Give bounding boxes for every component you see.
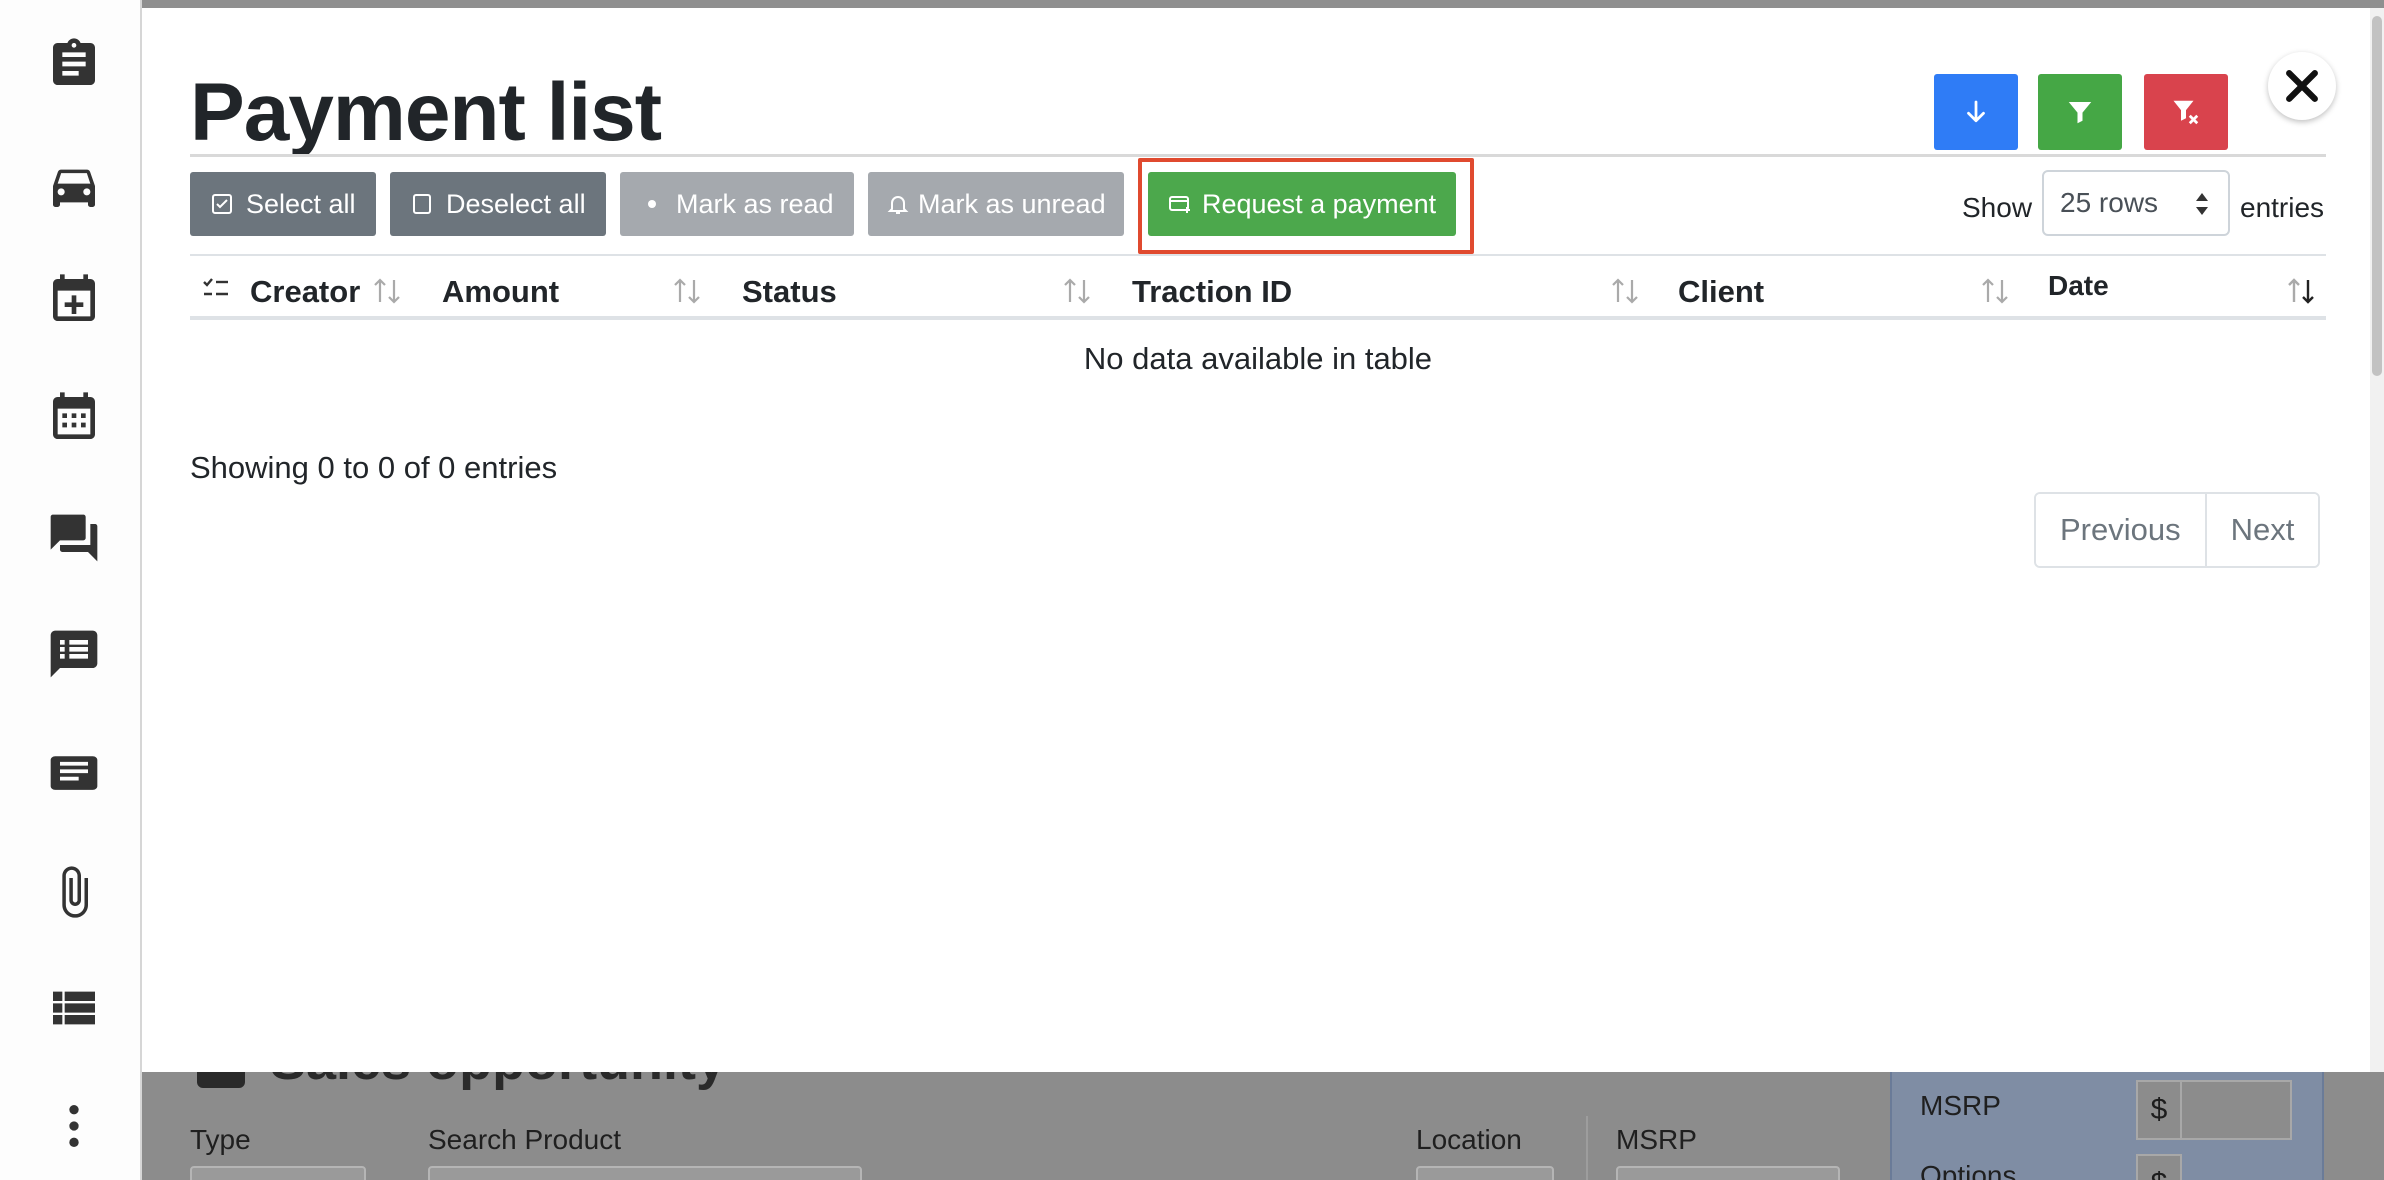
msrp-panel-label: MSRP: [1920, 1090, 2001, 1121]
dot-icon: [648, 200, 656, 208]
checkbox-checked-icon: [212, 194, 232, 214]
notes-icon: [50, 756, 98, 790]
msrp-panel-field[interactable]: [2182, 1080, 2292, 1140]
sidebar-item-more[interactable]: [36, 1088, 112, 1164]
sort-icon[interactable]: [1978, 274, 2012, 308]
calendar-icon: [53, 392, 95, 439]
column-header-amount[interactable]: Amount: [442, 274, 559, 310]
close-button[interactable]: [2268, 52, 2336, 120]
scrollbar-thumb[interactable]: [2372, 16, 2382, 376]
sidebar-item-notes[interactable]: [36, 736, 112, 812]
chat-list-icon: [50, 630, 98, 678]
sidebar-item-calendar[interactable]: [36, 380, 112, 456]
mark-as-unread-button[interactable]: Mark as unread: [868, 172, 1124, 236]
payment-list-modal: Payment list Select all Deselect all Mar…: [142, 8, 2370, 1072]
list-view-icon: [53, 991, 95, 1025]
rows-per-page-select[interactable]: 25 rows: [2042, 170, 2230, 236]
mark-as-read-label: Mark as read: [676, 188, 834, 219]
table-info: Showing 0 to 0 of 0 entries: [190, 450, 558, 485]
column-header-traction-id[interactable]: Traction ID: [1132, 274, 1292, 310]
download-icon: [1967, 100, 1985, 123]
paperclip-icon: [62, 866, 88, 918]
close-icon: [2286, 70, 2318, 102]
sidebar-item-add-event[interactable]: [36, 262, 112, 338]
location-label: Location: [1416, 1124, 1522, 1155]
title-divider: [190, 154, 2326, 157]
sidebar-item-attachments[interactable]: [36, 854, 112, 930]
rows-per-page-value: 25 rows: [2060, 187, 2159, 218]
clear-filter-icon: [2173, 100, 2199, 125]
bell-icon: [887, 196, 909, 214]
search-product-label: Search Product: [428, 1124, 621, 1155]
checklist-icon[interactable]: [202, 276, 230, 302]
filter-icon: [2068, 102, 2092, 124]
location-field[interactable]: [1416, 1166, 1554, 1180]
sidebar-item-conversations[interactable]: [36, 500, 112, 576]
column-header-client[interactable]: Client: [1678, 274, 1764, 310]
sort-desc-icon[interactable]: [2284, 274, 2318, 308]
deselect-all-label: Deselect all: [446, 188, 586, 219]
previous-page-button[interactable]: Previous: [2036, 494, 2205, 566]
column-header-status[interactable]: Status: [742, 274, 837, 310]
checkbox-empty-icon: [413, 194, 431, 214]
sort-icon[interactable]: [670, 274, 704, 308]
options-panel-label: Options: [1920, 1160, 2017, 1180]
sidebar-item-clipboard[interactable]: [36, 26, 112, 102]
more-vertical-icon: [69, 1105, 79, 1147]
column-header-date[interactable]: Date: [2048, 270, 2109, 302]
highlight-box: [1138, 158, 1474, 254]
sort-icon[interactable]: [1060, 274, 1094, 308]
select-all-label: Select all: [246, 188, 356, 219]
car-icon: [53, 169, 95, 207]
sort-icon[interactable]: [370, 274, 404, 308]
type-label: Type: [190, 1124, 251, 1155]
chat-bubbles-icon: [50, 514, 98, 562]
next-page-button[interactable]: Next: [2204, 494, 2319, 566]
clipboard-icon: [53, 38, 95, 85]
type-field[interactable]: [190, 1166, 366, 1180]
sidebar-item-vehicles[interactable]: [36, 148, 112, 224]
column-header-creator[interactable]: Creator: [250, 274, 360, 310]
left-sidebar: [0, 0, 142, 1180]
show-label: Show: [1962, 192, 2033, 223]
sort-icon[interactable]: [1608, 274, 1642, 308]
filter-button[interactable]: [2038, 74, 2122, 150]
calendar-plus-icon: [53, 274, 95, 321]
sidebar-item-list[interactable]: [36, 970, 112, 1046]
clear-filter-button[interactable]: [2144, 74, 2228, 150]
search-product-field[interactable]: [428, 1166, 862, 1180]
table-header: Creator Amount Status Traction ID Client…: [190, 254, 2326, 320]
select-caret-icon: [2196, 193, 2208, 215]
mark-as-read-button[interactable]: Mark as read: [620, 172, 854, 236]
mark-as-unread-label: Mark as unread: [918, 188, 1106, 219]
download-button[interactable]: [1934, 74, 2018, 150]
currency-symbol: $: [2136, 1154, 2182, 1180]
select-all-button[interactable]: Select all: [190, 172, 376, 236]
currency-symbol: $: [2136, 1080, 2182, 1140]
empty-table-message: No data available in table: [1083, 341, 1433, 376]
divider: [1586, 1116, 1588, 1180]
entries-label: entries: [2240, 192, 2325, 223]
msrp-label: MSRP: [1616, 1124, 1697, 1155]
sidebar-item-messages[interactable]: [36, 616, 112, 692]
page-title: Payment list: [190, 67, 662, 158]
deselect-all-button[interactable]: Deselect all: [390, 172, 606, 236]
msrp-field[interactable]: [1616, 1166, 1840, 1180]
pagination: Previous Next: [2034, 492, 2321, 568]
